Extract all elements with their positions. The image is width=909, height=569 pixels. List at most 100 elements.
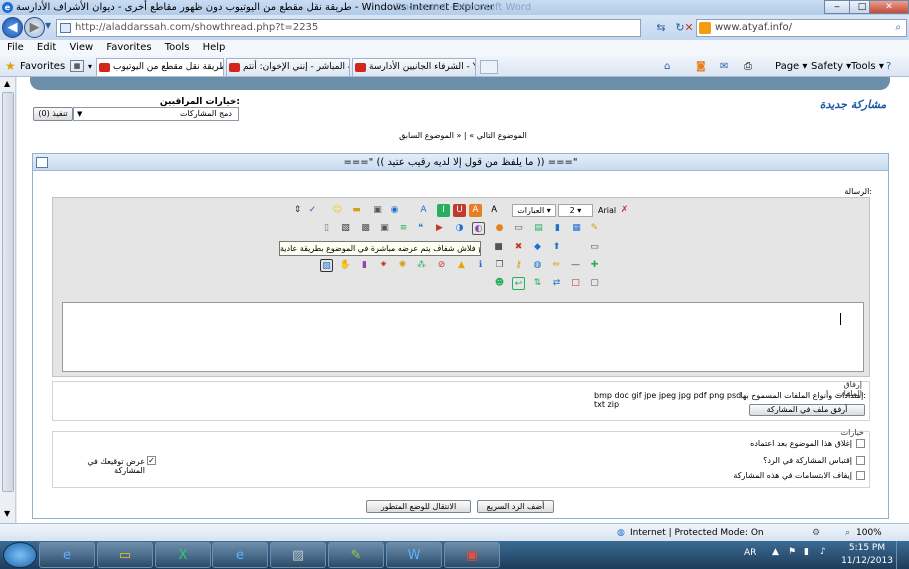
box-icon[interactable]: ■: [492, 241, 505, 254]
menu-help[interactable]: Help: [203, 42, 226, 53]
dots-icon[interactable]: ⁂: [415, 259, 428, 272]
print-icon[interactable]: ⎙: [744, 56, 752, 77]
history-dropdown-icon[interactable]: ▼: [45, 21, 51, 30]
advanced-mode-button[interactable]: الانتقال للوضع المتطور: [366, 500, 471, 513]
menu-favorites[interactable]: Favorites: [106, 42, 151, 53]
alert-icon[interactable]: ⊘: [435, 259, 448, 272]
taskbar-ie2-icon[interactable]: e: [212, 542, 268, 568]
taskbar-paint-icon[interactable]: ▨: [270, 542, 326, 568]
spellcheck-icon[interactable]: ✓: [306, 204, 319, 217]
tray-expand-icon[interactable]: ▲: [772, 547, 779, 557]
flash-icon[interactable]: ◐: [472, 222, 485, 235]
tab-list-icon[interactable]: ▾: [88, 56, 92, 77]
tab-2[interactable]: البث المباشر - إنني الإخوان: أنتم ...: [226, 58, 350, 76]
mail-icon[interactable]: ✉: [720, 56, 728, 77]
chart-icon[interactable]: ▮: [551, 222, 564, 235]
return-icon[interactable]: ↩: [512, 277, 525, 290]
frame-icon[interactable]: ▣: [378, 222, 391, 235]
taskbar-word-icon[interactable]: W: [386, 542, 442, 568]
back-button[interactable]: ◀: [2, 17, 23, 38]
search-icon[interactable]: ⌕: [895, 20, 901, 36]
disable-smilies-checkbox[interactable]: [856, 471, 865, 480]
menu-view[interactable]: View: [69, 42, 93, 53]
smiley-icon[interactable]: ☺: [331, 204, 344, 217]
youtube-video-icon[interactable]: ▶: [433, 222, 446, 235]
warning-icon[interactable]: ▲: [455, 259, 468, 272]
document-icon[interactable]: ▯: [320, 222, 333, 235]
taskbar-app-icon[interactable]: ▣: [444, 542, 500, 568]
prev-thread-link[interactable]: « الموضوع السابق: [399, 131, 461, 140]
hand-icon[interactable]: ✋: [339, 259, 352, 272]
picture-icon[interactable]: ▨: [320, 259, 333, 272]
globe-icon[interactable]: ◉: [388, 204, 401, 217]
quote-icon[interactable]: ❝: [414, 222, 427, 235]
media-icon[interactable]: ●: [493, 222, 506, 235]
frame-border-icon[interactable]: ▢: [588, 277, 601, 290]
real-player-icon[interactable]: ◑: [453, 222, 466, 235]
page-menu[interactable]: Page ▾: [775, 56, 807, 77]
red-box-icon[interactable]: □: [569, 277, 582, 290]
comment-icon[interactable]: ▬: [350, 204, 363, 217]
clock-time[interactable]: 5:15 PM: [846, 543, 888, 553]
text-style-icon[interactable]: Ꭺ: [488, 204, 501, 217]
menu-edit[interactable]: Edit: [37, 42, 56, 53]
taskbar-ie-icon[interactable]: e: [39, 542, 95, 568]
horizontal-rule-icon[interactable]: —: [569, 259, 582, 272]
upload-icon[interactable]: ⬆: [550, 241, 563, 254]
list-icon[interactable]: ≡: [397, 222, 410, 235]
bar-chart-icon[interactable]: ▮: [358, 259, 371, 272]
key-icon[interactable]: ⚷: [512, 259, 525, 272]
new-tab-button[interactable]: [480, 60, 498, 74]
scrollbar-thumb[interactable]: [2, 92, 14, 492]
resize-icon[interactable]: ⇕: [291, 204, 304, 217]
info-icon[interactable]: ℹ: [474, 259, 487, 272]
add-page-icon[interactable]: ✚: [588, 259, 601, 272]
underline-icon[interactable]: U: [453, 204, 466, 217]
quote-post-checkbox[interactable]: [856, 456, 865, 465]
attach-file-button[interactable]: أرفق ملف في المشاركة: [749, 404, 865, 416]
security-zone[interactable]: Internet | Protected Mode: On: [630, 524, 764, 542]
taskbar-feather-icon[interactable]: ✎: [328, 542, 384, 568]
edit-icon[interactable]: ✎: [588, 222, 601, 235]
signature-checkbox[interactable]: ✓: [147, 456, 156, 465]
image-icon[interactable]: ▤: [532, 222, 545, 235]
show-desktop-button[interactable]: [896, 541, 909, 569]
user-icon[interactable]: ☻: [493, 277, 506, 290]
font-color-icon[interactable]: A: [469, 204, 482, 217]
table-icon[interactable]: ▦: [570, 222, 583, 235]
clock-date[interactable]: 11/12/2013: [839, 556, 895, 566]
italic-icon[interactable]: I: [437, 204, 450, 217]
sun-icon[interactable]: ✺: [396, 259, 409, 272]
window-icon[interactable]: ▣: [371, 204, 384, 217]
diamond-icon[interactable]: ◆: [531, 241, 544, 254]
zoom-level[interactable]: 100%: [856, 524, 882, 542]
tray-network-icon[interactable]: ▮: [804, 547, 809, 557]
favorites-label[interactable]: Favorites: [20, 56, 65, 77]
quick-reply-button[interactable]: أضف الرد السريع: [477, 500, 554, 513]
copy-icon[interactable]: ❐: [493, 259, 506, 272]
swap-icon[interactable]: ⇄: [550, 277, 563, 290]
star-burst-icon[interactable]: ✷: [377, 259, 390, 272]
scroll-down-icon[interactable]: ▼: [4, 509, 10, 518]
forward-button[interactable]: ▶: [24, 17, 45, 38]
tray-volume-icon[interactable]: ♪: [820, 547, 826, 557]
tools-menu[interactable]: Tools ▾: [851, 56, 884, 77]
start-button[interactable]: [3, 542, 37, 568]
compat-view-icon[interactable]: ⇆: [653, 20, 669, 36]
taskbar-explorer-icon[interactable]: ▭: [97, 542, 153, 568]
quick-tabs-icon[interactable]: ▦: [70, 60, 84, 72]
photo-icon[interactable]: ▩: [359, 222, 372, 235]
delete-icon[interactable]: ✖: [512, 241, 525, 254]
search-box[interactable]: www.atyaf.info/ ⌕: [696, 19, 907, 37]
menu-tools[interactable]: Tools: [165, 42, 190, 53]
feeds-icon[interactable]: ◙: [696, 56, 706, 77]
safety-menu[interactable]: Safety ▾: [811, 56, 851, 77]
remove-format-icon[interactable]: ✗: [618, 204, 631, 217]
scroll-up-icon[interactable]: ▲: [4, 79, 10, 88]
message-textarea[interactable]: [62, 302, 864, 372]
collapse-icon[interactable]: [36, 157, 48, 168]
phrases-select[interactable]: العبارات ▾: [512, 204, 556, 217]
menu-file[interactable]: File: [7, 42, 24, 53]
font-name-value[interactable]: Arial: [598, 204, 616, 217]
pencil-icon[interactable]: ✏: [550, 259, 563, 272]
